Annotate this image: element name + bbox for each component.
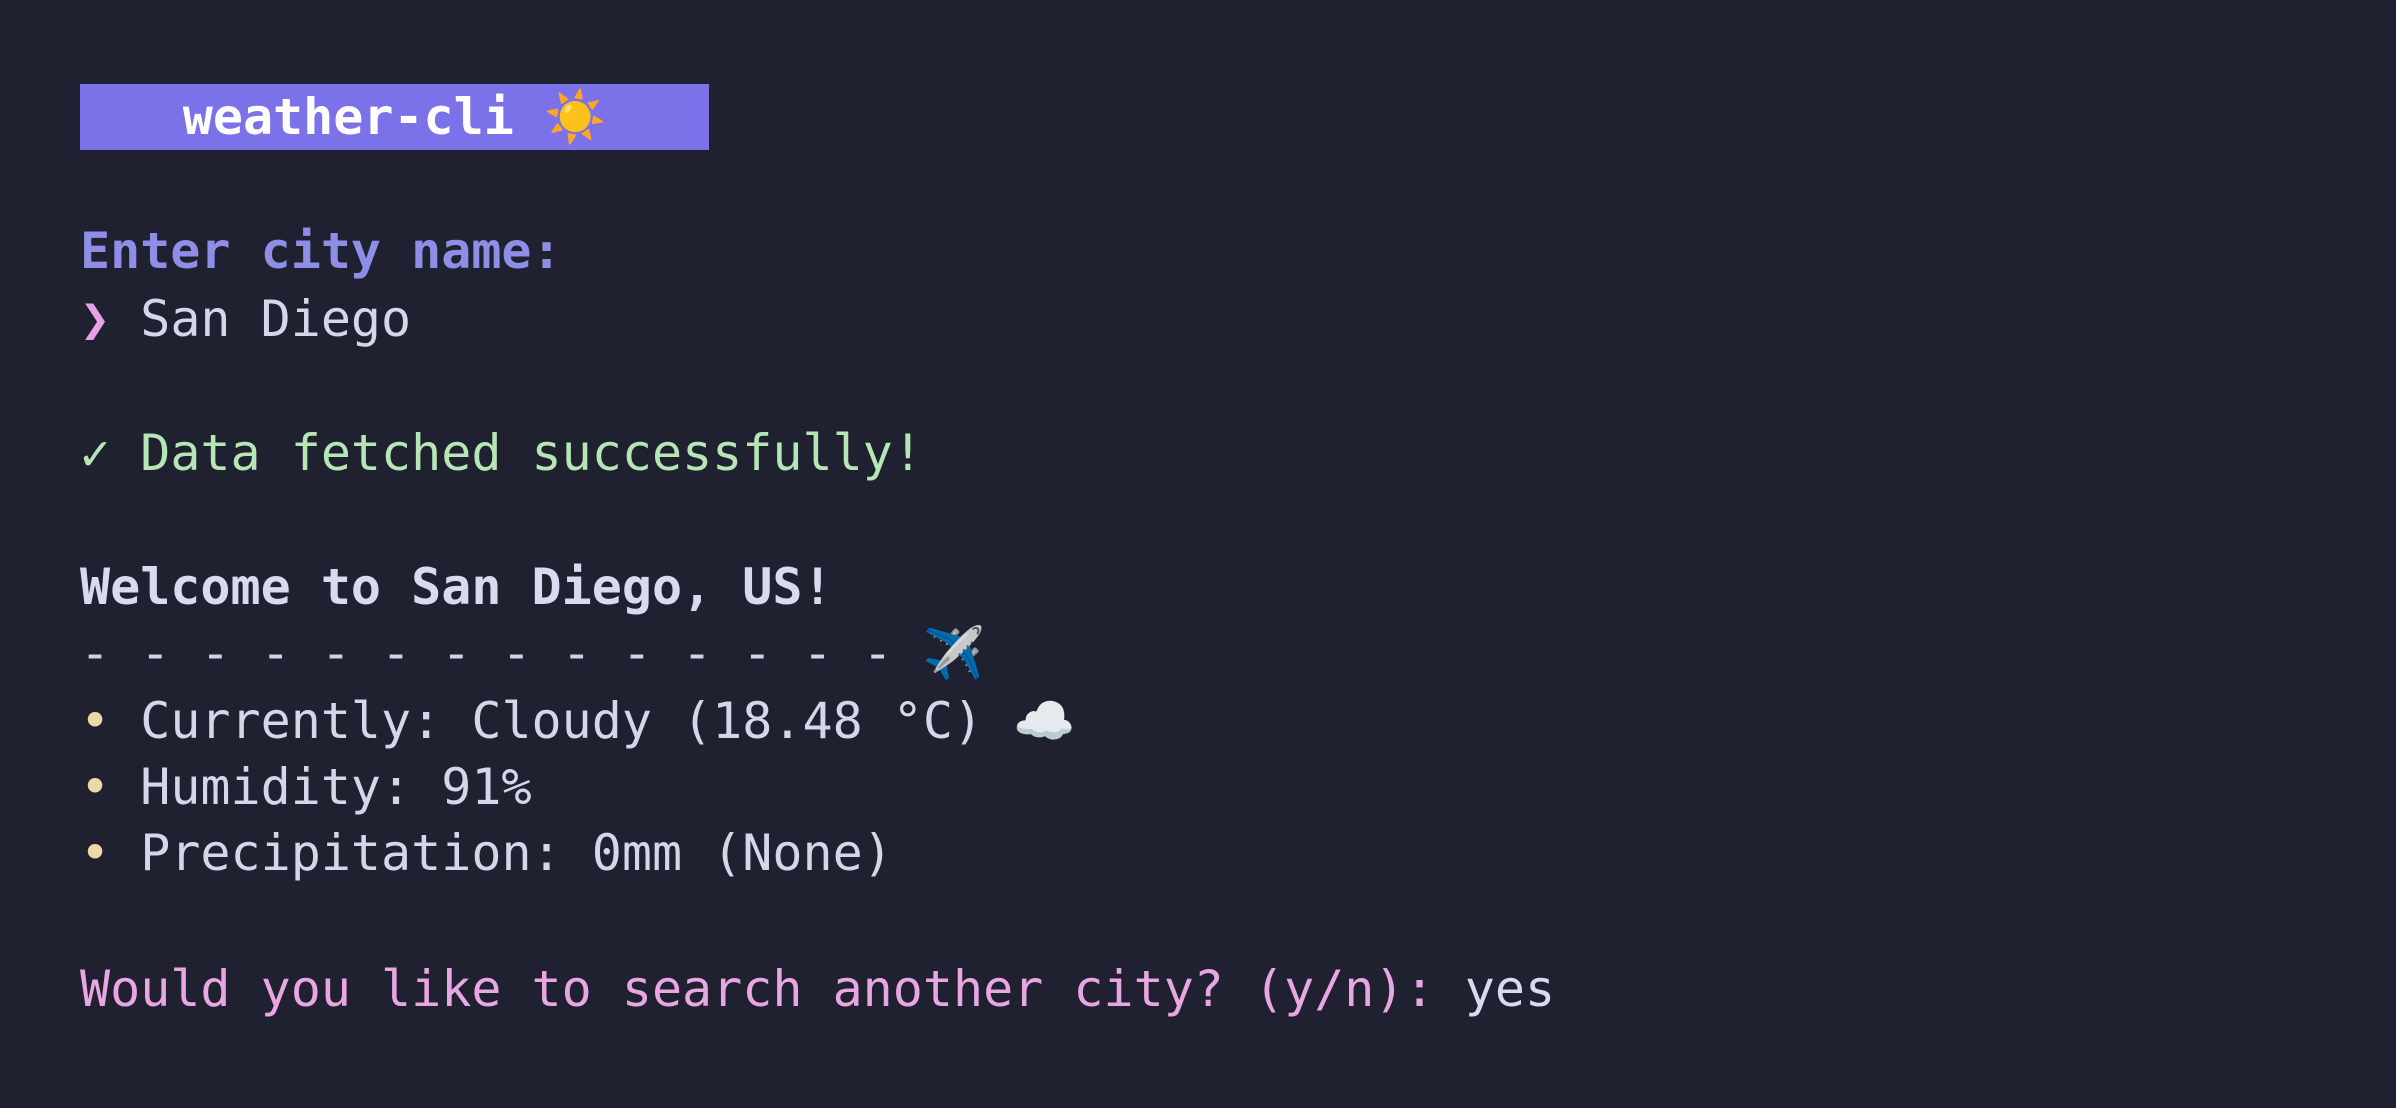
status-line: ✓ Data fetched successfully! (80, 420, 923, 486)
cloud-icon: ☁️ (1013, 692, 1076, 750)
app-title: weather-cli (182, 88, 514, 146)
sun-icon: ☀️ (543, 88, 607, 146)
airplane-icon: ✈️ (922, 624, 986, 682)
list-item: • Precipitation: 0mm (None) (80, 820, 893, 886)
prompt-label: Enter city name: (80, 222, 562, 280)
welcome-heading: Welcome to San Diego, US! (80, 558, 833, 616)
welcome-heading-line: Welcome to San Diego, US! (80, 554, 833, 620)
bullet-icon: • (80, 824, 111, 882)
dashed-divider: - - - - - - - - - - - - - - (80, 624, 893, 682)
prompt-label-line: Enter city name: (80, 218, 562, 284)
bullet-icon: • (80, 692, 111, 750)
terminal-output: weather-cli ☀️ Enter city name: ❯ San Di… (80, 0, 2396, 1108)
list-item: • Currently: Cloudy (18.48 °C) ☁️ (80, 688, 1075, 754)
search-again-answer[interactable]: yes (1465, 960, 1555, 1018)
app-title-badge: weather-cli ☀️ (80, 84, 709, 150)
list-item: • Humidity: 91% (80, 754, 532, 820)
prompt-input-line[interactable]: ❯ San Diego (80, 286, 411, 352)
search-again-question: Would you like to search another city? (… (80, 960, 1435, 1018)
status-message: Data fetched successfully! (140, 424, 923, 482)
check-icon: ✓ (80, 424, 111, 482)
precipitation-value: Precipitation: 0mm (None) (140, 824, 893, 882)
bullet-icon: • (80, 758, 111, 816)
current-conditions: Currently: Cloudy (18.48 °C) (140, 692, 984, 750)
humidity-value: Humidity: 91% (140, 758, 532, 816)
divider-line: - - - - - - - - - - - - - - ✈️ (80, 620, 985, 686)
chevron-right-icon: ❯ (80, 290, 111, 348)
followup-line[interactable]: Would you like to search another city? (… (80, 956, 1555, 1022)
city-input[interactable]: San Diego (140, 290, 411, 348)
